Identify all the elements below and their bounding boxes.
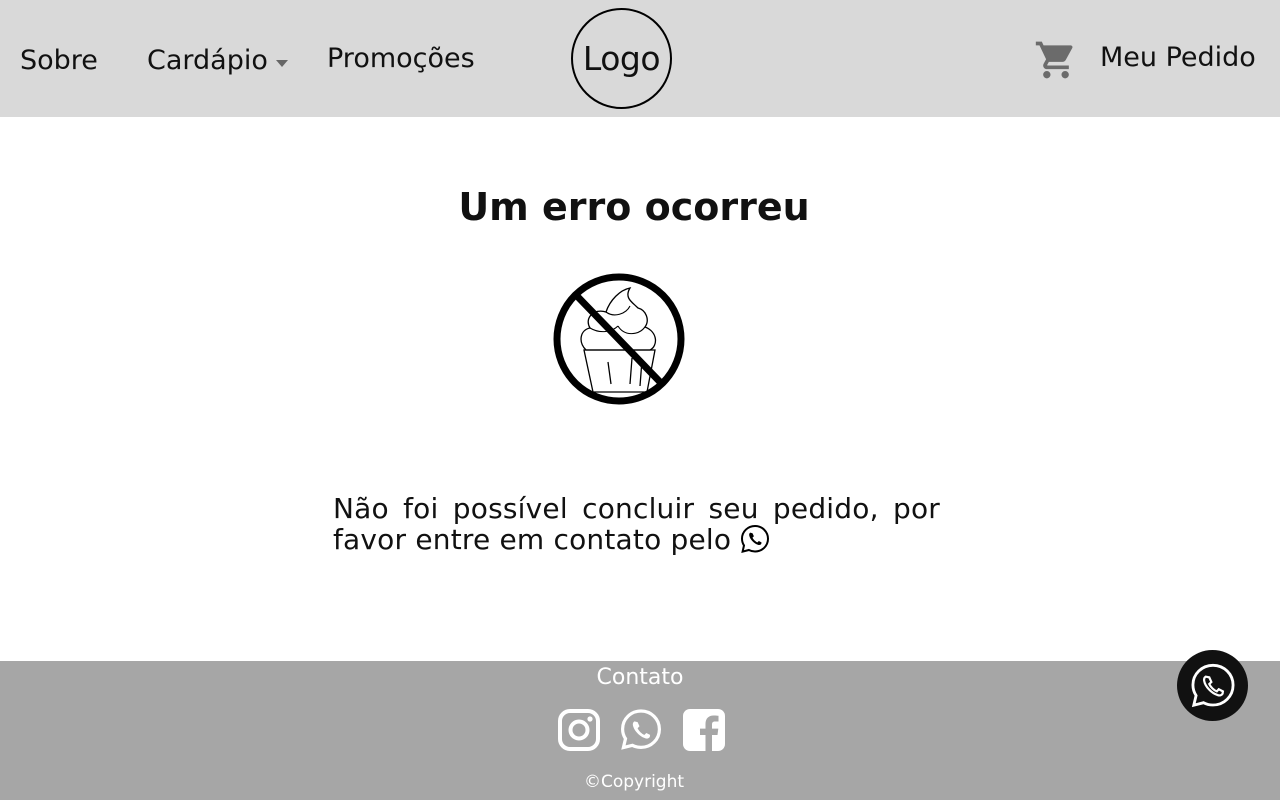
nav-link-sobre[interactable]: Sobre xyxy=(20,45,98,76)
error-title: Um erro ocorreu xyxy=(458,185,810,229)
caret-down-icon[interactable] xyxy=(276,60,288,67)
whatsapp-icon[interactable] xyxy=(739,523,771,555)
nav-link-promocoes[interactable]: Promoções xyxy=(327,43,475,74)
whatsapp-icon[interactable] xyxy=(619,708,663,752)
error-message: Não foi possível concluir seu pedido, po… xyxy=(333,494,940,555)
site-header: Sobre Cardápio Promoções Logo Meu Pedido xyxy=(0,0,1280,117)
nav-link-cardapio[interactable]: Cardápio xyxy=(147,45,268,76)
facebook-icon[interactable] xyxy=(682,708,726,752)
logo-text: Logo xyxy=(582,39,661,78)
nav-link-meu-pedido[interactable]: Meu Pedido xyxy=(1100,42,1256,73)
error-message-line-1: Não foi possível concluir seu pedido, po… xyxy=(333,492,940,525)
copyright: ©Copyright xyxy=(583,772,685,792)
shopping-cart-icon[interactable] xyxy=(1034,38,1078,82)
site-footer: Contato ©Copyright xyxy=(0,661,1280,800)
instagram-icon[interactable] xyxy=(557,708,601,752)
error-message-line-2: favor entre em contato pelo xyxy=(333,523,732,556)
footer-title: Contato xyxy=(596,665,684,690)
whatsapp-icon xyxy=(1191,663,1234,707)
logo[interactable]: Logo xyxy=(571,8,672,109)
floating-whatsapp-button[interactable] xyxy=(1177,650,1248,721)
no-cupcake-icon xyxy=(553,273,685,405)
